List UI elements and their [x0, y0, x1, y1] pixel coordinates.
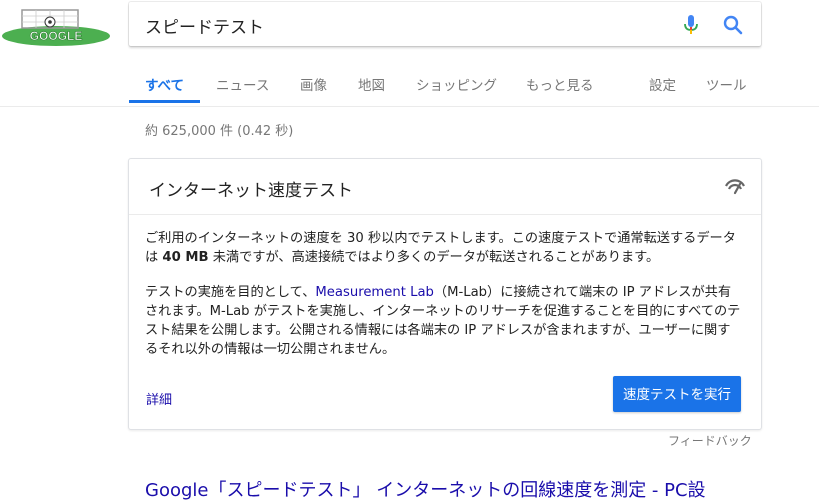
search-input[interactable]: スピードテスト	[145, 13, 264, 38]
description-text-b: 未満ですが、高速接続ではより多くのデータが転送されることがあります。	[208, 250, 660, 265]
privacy-text-a: テストの実施を目的として、	[145, 285, 316, 300]
next-result-title-link[interactable]: Google「スピードテスト」 インターネットの回線速度を測定 - PC設	[145, 476, 745, 502]
tab-more[interactable]: もっと見る	[526, 74, 594, 94]
header: GOOGLE スピードテスト すべて ニュース 画像 地図 ショッピング もっと…	[0, 0, 819, 107]
tab-images[interactable]: 画像	[300, 74, 327, 94]
privacy-paragraph: テストの実施を目的として、Measurement Lab（M-Lab）に接続され…	[145, 283, 743, 359]
tab-shopping[interactable]: ショッピング	[416, 74, 497, 94]
details-link[interactable]: 詳細	[146, 389, 172, 408]
result-stats: 約 625,000 件 (0.42 秒)	[145, 124, 294, 139]
search-icon[interactable]	[723, 15, 743, 35]
measurement-lab-link[interactable]: Measurement Lab	[315, 285, 434, 300]
speed-test-card: インターネット速度テスト ご利用のインターネットの速度を 30 秒以内でテストし…	[128, 158, 762, 430]
card-header: インターネット速度テスト	[129, 159, 761, 215]
tab-settings[interactable]: 設定	[649, 74, 676, 94]
search-box[interactable]: スピードテスト	[129, 2, 761, 46]
microphone-icon[interactable]	[683, 14, 699, 36]
data-size: 40 MB	[162, 250, 209, 265]
google-doodle-logo[interactable]: GOOGLE	[0, 8, 112, 46]
feedback-link[interactable]: フィードバック	[668, 432, 752, 449]
card-title: インターネット速度テスト	[149, 181, 353, 201]
description-paragraph: ご利用のインターネットの速度を 30 秒以内でテストします。この速度テストで通常…	[145, 229, 743, 267]
active-tab-indicator	[129, 100, 200, 103]
speedometer-icon	[725, 179, 745, 195]
tab-all[interactable]: すべて	[145, 74, 184, 94]
tab-maps[interactable]: 地図	[358, 74, 385, 94]
tab-tools[interactable]: ツール	[706, 74, 747, 94]
run-speed-test-button[interactable]: 速度テストを実行	[613, 376, 741, 412]
tab-news[interactable]: ニュース	[216, 74, 269, 94]
search-tabs: すべて ニュース 画像 地図 ショッピング もっと見る 設定 ツール	[0, 62, 819, 106]
svg-text:GOOGLE: GOOGLE	[30, 29, 83, 43]
